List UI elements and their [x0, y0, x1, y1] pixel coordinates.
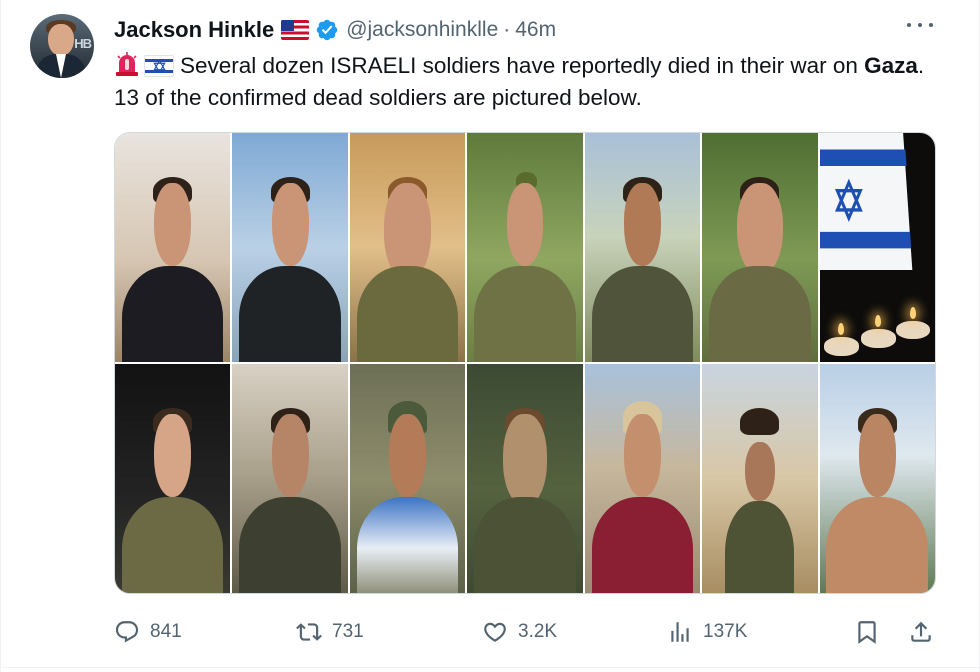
tweet-header: Jackson Hinkle @jacksonhinklle · 46m: [114, 15, 556, 45]
like-button[interactable]: 3.2K: [482, 614, 557, 650]
photo-soldier-8: [232, 364, 348, 593]
verified-badge-icon[interactable]: [315, 18, 339, 42]
photo-soldier-9: [349, 364, 466, 593]
tweet-text: Several dozen ISRAELI soldiers have repo…: [114, 50, 934, 114]
photo-soldier-11: [584, 364, 701, 593]
like-count: 3.2K: [518, 621, 558, 642]
reply-icon: [115, 621, 139, 643]
views-chart-icon: [671, 622, 689, 642]
siren-emoji-icon: [116, 52, 138, 76]
photo-soldier-3: [349, 133, 466, 362]
author-name[interactable]: Jackson Hinkle: [114, 17, 274, 43]
share-icon: [911, 621, 931, 642]
separator-dot: ·: [503, 18, 511, 41]
share-button[interactable]: [908, 614, 934, 650]
avatar[interactable]: HB: [30, 14, 94, 78]
photo-soldier-4: [467, 133, 583, 362]
repost-count: 731: [332, 621, 364, 642]
photo-collage: [115, 133, 935, 593]
bookmark-button[interactable]: [854, 614, 880, 650]
tweet-text-bold: Gaza: [864, 53, 918, 78]
tweet-card[interactable]: HB Jackson Hinkle @jacksonhinklle · 46m …: [0, 0, 980, 672]
photo-soldier-7: [115, 364, 231, 593]
photo-soldier-2: [232, 133, 348, 362]
avatar-logo-text: HB: [74, 36, 92, 51]
repost-icon: [296, 623, 322, 641]
photo-soldier-1: [115, 133, 231, 362]
more-options-icon[interactable]: [907, 18, 933, 32]
heart-icon: [484, 622, 506, 642]
author-handle[interactable]: @jacksonhinklle: [346, 18, 498, 42]
photo-soldier-12: [702, 364, 818, 593]
bookmark-icon: [858, 621, 876, 644]
bottom-divider: [1, 667, 979, 668]
views-count: 137K: [703, 621, 748, 642]
media-image[interactable]: [114, 132, 936, 594]
photo-soldier-6: [702, 133, 818, 362]
photo-soldier-5: [584, 133, 701, 362]
reply-count: 841: [150, 621, 182, 642]
photo-memorial-flag-candles: [819, 133, 935, 362]
israel-flag-icon: [144, 55, 174, 77]
timestamp[interactable]: 46m: [515, 18, 556, 42]
photo-soldier-13: [819, 364, 935, 593]
photo-soldier-10: [467, 364, 583, 593]
views-button[interactable]: 137K: [667, 614, 747, 650]
tweet-text-part1: Several dozen ISRAELI soldiers have repo…: [180, 53, 858, 78]
us-flag-icon: [281, 20, 310, 40]
reply-button[interactable]: 841: [114, 614, 182, 650]
repost-button[interactable]: 731: [296, 614, 364, 650]
action-bar: 841 731 3.2K 137K: [114, 614, 936, 650]
